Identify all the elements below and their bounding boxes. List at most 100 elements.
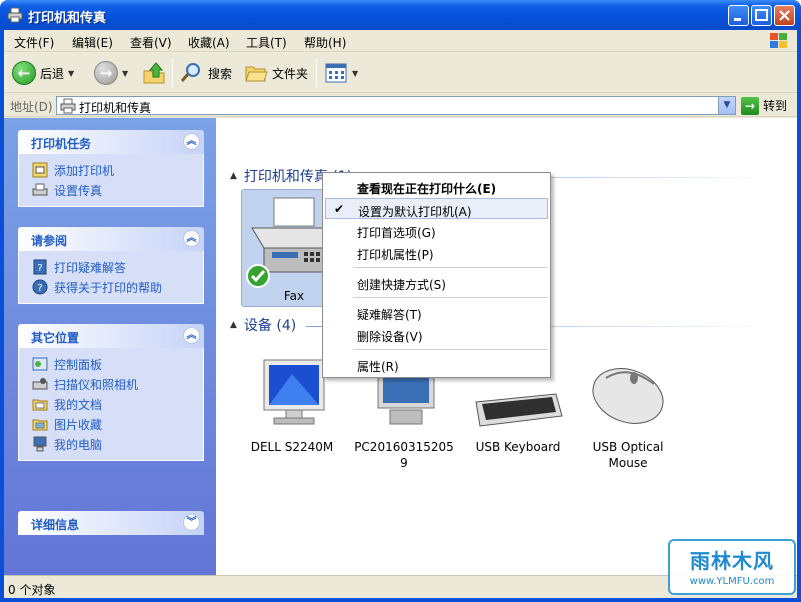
printer-icon — [7, 7, 23, 23]
expand-icon[interactable]: ︾ — [183, 514, 200, 531]
address-dropdown-icon[interactable]: ▼ — [718, 97, 735, 114]
maximize-button[interactable] — [751, 5, 772, 26]
collapse-icon[interactable]: ︽ — [183, 327, 200, 344]
address-field[interactable]: 打印机和传真 ▼ — [56, 96, 736, 115]
printer-tasks-header[interactable]: 打印机任务 ︽ — [18, 130, 204, 154]
ctx-see-whats-printing-label: 查看现在正在打印什么(E) — [357, 182, 497, 196]
my-documents-icon — [32, 399, 48, 411]
ctx-troubleshoot[interactable]: 疑难解答(T) — [325, 302, 548, 323]
setup-fax-link[interactable]: 设置传真 — [19, 180, 203, 200]
setup-fax-label: 设置传真 — [54, 183, 103, 198]
device-mouse[interactable]: USB Optical Mouse — [578, 354, 678, 471]
go-label: 转到 — [763, 99, 788, 113]
minimize-button[interactable] — [728, 5, 749, 26]
menu-file[interactable]: 文件(F) — [14, 34, 54, 51]
folders-icon — [245, 66, 268, 82]
forward-dropdown-icon[interactable]: ▼ — [122, 69, 128, 78]
minimize-icon — [734, 18, 741, 21]
collapse-triangle-icon[interactable]: ▲ — [230, 171, 237, 181]
menu-favorites[interactable]: 收藏(A) — [188, 34, 230, 51]
device-mouse-label: USB Optical Mouse — [592, 440, 664, 470]
printing-troubleshooter-label: 打印疑难解答 — [54, 260, 127, 275]
ctx-troubleshoot-label: 疑难解答(T) — [357, 308, 422, 322]
printing-help-link[interactable]: ? 获得关于打印的帮助 — [19, 277, 203, 297]
views-button[interactable]: ▼ — [324, 59, 358, 87]
my-computer-link[interactable]: 我的电脑 — [19, 434, 203, 454]
checkmark-icon: ✔ — [334, 202, 345, 216]
ctx-properties-label: 属性(R) — [357, 360, 399, 374]
other-places-title: 其它位置 — [31, 331, 80, 345]
default-check-icon — [246, 264, 270, 288]
add-printer-label: 添加打印机 — [54, 163, 115, 178]
help-book-icon: ? — [33, 259, 47, 275]
forward-arrow-icon: → — [94, 61, 118, 85]
search-label: 搜索 — [208, 66, 233, 81]
address-bar: 地址(D) 打印机和传真 ▼ → 转到 — [4, 94, 797, 117]
views-dropdown-icon[interactable]: ▼ — [352, 69, 358, 78]
control-panel-link[interactable]: 控制面板 — [19, 354, 203, 374]
title-bar: 打印机和传真 — [0, 0, 801, 30]
scanners-cameras-label: 扫描仪和照相机 — [54, 377, 139, 392]
devices-group-header[interactable]: ▲ 设备 (4) — [230, 315, 296, 335]
devices-group-title: 设备 (4) — [243, 318, 297, 334]
scanner-camera-icon — [32, 378, 48, 390]
my-computer-icon — [33, 436, 47, 452]
see-also-title: 请参阅 — [31, 234, 68, 248]
printer-tasks-title: 打印机任务 — [31, 137, 92, 151]
address-value: 打印机和传真 — [79, 101, 152, 115]
ctx-printing-preferences[interactable]: 打印首选项(G) — [325, 220, 548, 241]
control-panel-icon — [32, 357, 48, 371]
ctx-printer-properties[interactable]: 打印机属性(P) — [325, 242, 548, 263]
ctx-properties[interactable]: 属性(R) — [325, 354, 548, 375]
back-dropdown-icon[interactable]: ▼ — [68, 69, 74, 78]
printing-troubleshooter-link[interactable]: ? 打印疑难解答 — [19, 257, 203, 277]
collapse-triangle-icon[interactable]: ▲ — [230, 320, 237, 330]
ctx-create-shortcut-label: 创建快捷方式(S) — [357, 278, 446, 292]
menu-edit[interactable]: 编辑(E) — [72, 34, 113, 51]
details-header[interactable]: 详细信息 ︾ — [18, 511, 204, 535]
printer-icon — [60, 98, 76, 114]
search-button[interactable]: 搜索 — [180, 59, 232, 87]
ctx-remove-device-label: 删除设备(V) — [357, 330, 423, 344]
watermark-title: 雨林木风 — [690, 549, 774, 573]
details-panel: 详细信息 ︾ — [18, 511, 204, 535]
scanners-cameras-link[interactable]: 扫描仪和照相机 — [19, 374, 203, 394]
ctx-see-whats-printing[interactable]: 查看现在正在打印什么(E) — [325, 176, 548, 197]
toolbar: ← 后退 ▼ → ▼ 搜索 文件夹 ▼ — [4, 53, 797, 93]
toolbar-separator — [172, 59, 173, 87]
collapse-icon[interactable]: ︽ — [183, 230, 200, 247]
close-button[interactable] — [774, 5, 795, 26]
collapse-icon[interactable]: ︽ — [183, 133, 200, 150]
close-icon — [779, 10, 790, 21]
ctx-remove-device[interactable]: 删除设备(V) — [325, 324, 548, 345]
menu-help[interactable]: 帮助(H) — [304, 34, 346, 51]
search-icon — [180, 63, 200, 82]
back-label: 后退 — [40, 66, 65, 81]
go-button[interactable]: → 转到 — [741, 96, 787, 115]
ctx-set-default-printer[interactable]: ✔ 设置为默认打印机(A) — [325, 198, 548, 219]
svg-text:?: ? — [37, 283, 42, 294]
back-button[interactable]: ← 后退 ▼ — [12, 59, 74, 87]
folders-label: 文件夹 — [272, 66, 309, 81]
go-arrow-icon: → — [741, 96, 759, 115]
ctx-printing-preferences-label: 打印首选项(G) — [357, 226, 436, 240]
forward-button[interactable]: → ▼ — [94, 59, 128, 87]
other-places-header[interactable]: 其它位置 ︽ — [18, 324, 204, 348]
folders-button[interactable]: 文件夹 — [244, 59, 308, 87]
help-icon: ? — [32, 279, 48, 295]
device-keyboard-label: USB Keyboard — [475, 440, 561, 454]
see-also-header[interactable]: 请参阅 ︽ — [18, 227, 204, 251]
ctx-create-shortcut[interactable]: 创建快捷方式(S) — [325, 272, 548, 293]
other-places-body: 控制面板 扫描仪和照相机 我的文档 图片收藏 我的电脑 — [18, 348, 204, 461]
printing-help-label: 获得关于打印的帮助 — [54, 280, 163, 295]
details-title: 详细信息 — [31, 518, 80, 532]
add-printer-link[interactable]: 添加打印机 — [19, 160, 203, 180]
up-folder-button[interactable] — [142, 59, 166, 87]
my-computer-label: 我的电脑 — [54, 437, 103, 452]
my-pictures-link[interactable]: 图片收藏 — [19, 414, 203, 434]
menu-tools[interactable]: 工具(T) — [246, 34, 287, 51]
my-documents-link[interactable]: 我的文档 — [19, 394, 203, 414]
printer-tasks-body: 添加打印机 设置传真 — [18, 154, 204, 207]
ctx-set-default-printer-label: 设置为默认打印机(A) — [358, 205, 472, 219]
menu-view[interactable]: 查看(V) — [130, 34, 172, 51]
